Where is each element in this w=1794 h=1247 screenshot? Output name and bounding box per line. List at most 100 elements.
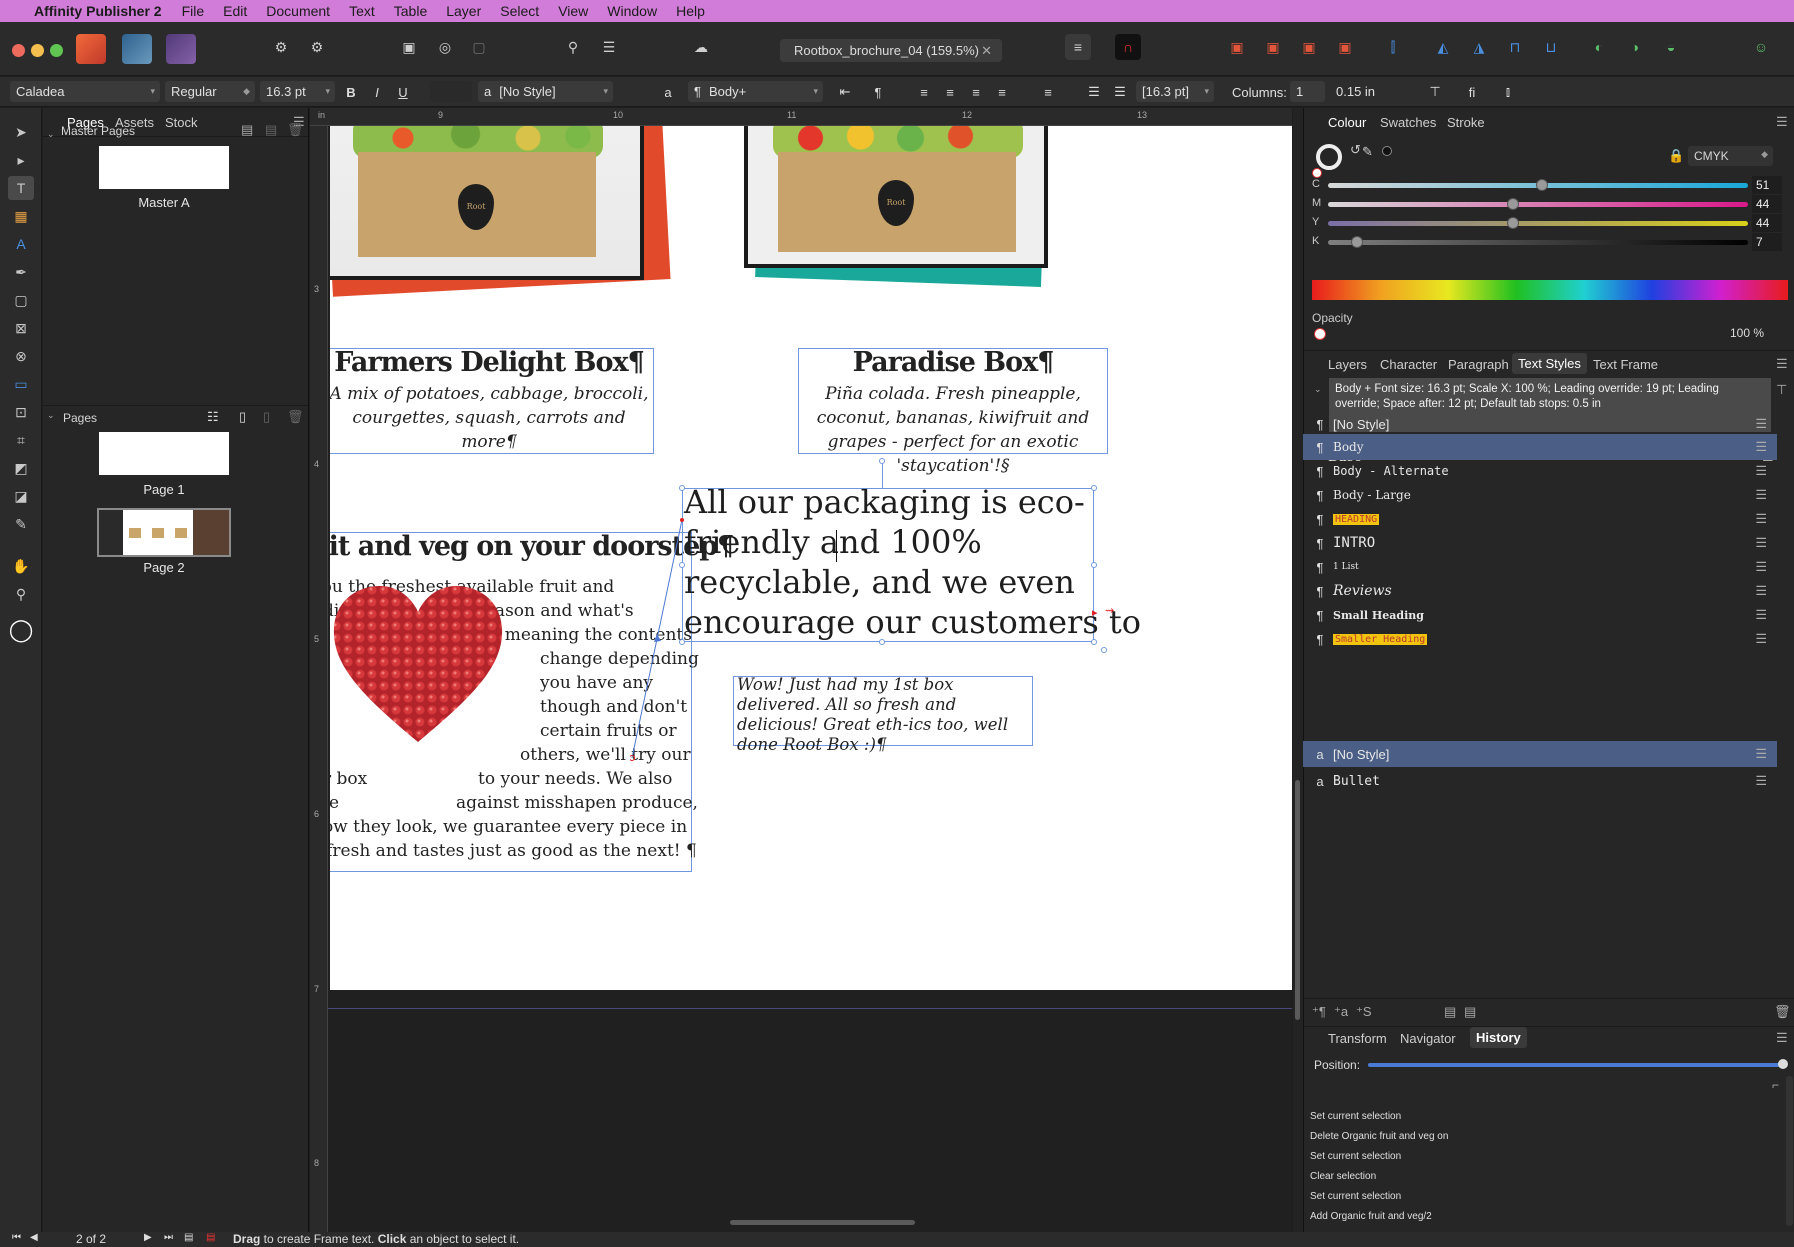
history-slider-knob[interactable] — [1778, 1059, 1788, 1069]
tab-history[interactable]: History — [1470, 1027, 1527, 1048]
menu-window[interactable]: Window — [607, 3, 657, 19]
arrange-forward-icon[interactable]: ▣ — [1260, 34, 1286, 60]
numbered-list-icon[interactable]: ☰ — [1110, 82, 1130, 102]
style-menu-icon[interactable]: ☰ — [1755, 416, 1767, 432]
history-scrollbar[interactable] — [1786, 1076, 1793, 1226]
new-paragraph-style-icon[interactable]: ⁺¶ — [1312, 1004, 1326, 1020]
style-menu-icon[interactable]: ☰ — [1755, 607, 1767, 623]
chart-icon[interactable]: ⫾ — [1498, 82, 1518, 102]
raspberry-heart-image[interactable] — [330, 584, 506, 746]
character-style-select[interactable]: a [No Style] ▾ — [478, 81, 613, 102]
tab-swatches[interactable]: Swatches — [1380, 115, 1436, 130]
duplicate-page-icon[interactable]: ▯ — [263, 409, 270, 425]
style-item[interactable]: ¶ Smaller Heading ☰ — [1303, 626, 1777, 652]
preflight-icon[interactable]: ▤ — [206, 1232, 215, 1243]
zoom-tool-icon[interactable]: ⚲ — [8, 582, 34, 606]
transparency-tool-icon[interactable]: ◪ — [8, 484, 34, 508]
link-handle[interactable] — [1101, 647, 1107, 653]
yellow-knob[interactable] — [1506, 217, 1519, 229]
style-menu-icon[interactable]: ☰ — [1755, 511, 1767, 527]
page-options-icon[interactable]: ☷ — [207, 409, 219, 425]
left-ruler[interactable]: 3 4 5 6 7 8 — [310, 126, 328, 1232]
zoom-window-button[interactable] — [50, 44, 63, 57]
menu-file[interactable]: File — [182, 3, 205, 19]
style-menu-icon[interactable]: ☰ — [1755, 535, 1767, 551]
apply-paragraph-icon[interactable]: ▤ — [1444, 1004, 1456, 1020]
page-setup-icon[interactable]: ▤ — [184, 1232, 193, 1243]
character-style-apply-icon[interactable]: a — [658, 82, 678, 102]
snapping-icon[interactable]: ∩ — [1115, 34, 1141, 60]
close-document-icon[interactable]: ✕ — [981, 43, 992, 59]
text-fill-swatch[interactable] — [430, 81, 472, 102]
eyedropper-icon[interactable]: ✎ — [1362, 144, 1373, 160]
pin-icon[interactable]: ⚲ — [560, 34, 586, 60]
review-text-frame[interactable]: Wow! Just had my 1st box delivered. All … — [733, 675, 1033, 754]
settings-gear-icon[interactable]: ⚙ — [268, 34, 294, 60]
black-slider[interactable] — [1328, 236, 1748, 248]
paradise-text-frame[interactable]: Paradise Box¶ Piña colada. Fresh pineapp… — [798, 347, 1108, 476]
history-item[interactable]: Set current selection — [1310, 1191, 1401, 1202]
crop-tool-icon[interactable]: ⌗ — [8, 428, 34, 452]
boolean-intersect-icon[interactable]: ◒ — [1658, 34, 1684, 60]
style-item[interactable]: ¶ Reviews ☰ — [1303, 578, 1777, 604]
cyan-slider[interactable] — [1328, 179, 1748, 191]
table-tool-icon[interactable]: ▦ — [8, 204, 34, 228]
user-account-icon[interactable]: ☺ — [1748, 34, 1774, 60]
yellow-slider[interactable] — [1328, 217, 1748, 229]
paragraph-style-select[interactable]: ¶ Body+ ▾ — [688, 81, 823, 102]
rotate-left-icon[interactable]: ⊓ — [1502, 34, 1528, 60]
font-style-select[interactable]: Regular ◆ — [165, 81, 255, 102]
first-page-icon[interactable]: ⏮ — [12, 1232, 21, 1243]
publisher-persona-icon[interactable] — [76, 34, 106, 64]
magenta-knob[interactable] — [1506, 198, 1519, 210]
style-menu-icon[interactable]: ☰ — [1755, 746, 1767, 762]
node-tool-icon[interactable]: ▸ — [8, 148, 34, 172]
bold-button[interactable]: B — [341, 82, 361, 102]
magenta-slider[interactable] — [1328, 198, 1748, 210]
menu-select[interactable]: Select — [500, 3, 539, 19]
style-item[interactable]: ¶ INTRO ☰ — [1303, 530, 1777, 556]
pen-tool-icon[interactable]: ✒ — [8, 260, 34, 284]
arrange-back-icon[interactable]: ▣ — [1332, 34, 1358, 60]
arrange-backward-icon[interactable]: ▣ — [1296, 34, 1322, 60]
align-right-icon[interactable]: ≡ — [966, 82, 986, 102]
tab-stroke[interactable]: Stroke — [1447, 115, 1485, 130]
italic-button[interactable]: I — [367, 82, 387, 102]
tab-text-styles[interactable]: Text Styles — [1512, 353, 1587, 374]
character-style-item-selected[interactable]: a [No Style] ☰ — [1303, 741, 1777, 767]
colour-spectrum[interactable] — [1312, 280, 1788, 300]
style-item[interactable]: ¶ 1 List ☰ — [1303, 554, 1777, 580]
opacity-none-icon[interactable] — [1314, 328, 1326, 340]
layout-icon[interactable]: ☰ — [596, 34, 622, 60]
app-menu[interactable]: Affinity Publisher 2 — [34, 3, 162, 19]
add-master-icon[interactable]: ▤ — [241, 122, 253, 138]
history-item[interactable]: Delete Organic fruit and veg on — [1310, 1131, 1448, 1142]
show-special-chars-icon[interactable]: ¶ — [868, 82, 888, 102]
apply-character-icon[interactable]: ▤ — [1464, 1004, 1476, 1020]
paragraph-style-update-icon[interactable]: ⇤ — [835, 82, 855, 102]
lock-icon[interactable]: 🔒 — [1668, 148, 1684, 164]
panel-menu-icon[interactable]: ☰ — [1776, 114, 1788, 130]
history-item[interactable]: Set current selection — [1310, 1151, 1401, 1162]
horizontal-scrollbar[interactable] — [730, 1220, 915, 1225]
resize-handle[interactable] — [1091, 485, 1097, 491]
underline-button[interactable]: U — [393, 82, 413, 102]
style-menu-icon[interactable]: ☰ — [1755, 631, 1767, 647]
minimize-window-button[interactable] — [31, 44, 44, 57]
picture-frame-tool-icon[interactable]: ⊠ — [8, 316, 34, 340]
font-size-field[interactable]: 16.3 pt ▾ — [260, 81, 335, 102]
photo-persona-icon[interactable] — [122, 34, 152, 64]
farmers-text-frame[interactable]: Farmers Delight Box¶ A mix of potatoes, … — [330, 347, 654, 454]
resize-handle[interactable] — [1091, 562, 1097, 568]
document-page[interactable]: Root Box Root Box Farmers Delight Box¶ A… — [330, 126, 1292, 990]
boolean-subtract-icon[interactable]: ◑ — [1622, 34, 1648, 60]
style-item[interactable]: ¶ HEADING ☰ — [1303, 506, 1777, 532]
new-character-style-icon[interactable]: ⁺a — [1334, 1004, 1348, 1020]
tab-character[interactable]: Character — [1380, 357, 1437, 372]
bullet-list-icon[interactable]: ☰ — [1084, 82, 1104, 102]
tab-navigator[interactable]: Navigator — [1400, 1031, 1456, 1046]
delete-master-icon[interactable]: 🗑 — [287, 122, 304, 138]
edit-style-icon[interactable]: ⊤ — [1776, 382, 1787, 398]
tab-stock[interactable]: Stock — [165, 115, 198, 130]
menu-table[interactable]: Table — [394, 3, 427, 19]
